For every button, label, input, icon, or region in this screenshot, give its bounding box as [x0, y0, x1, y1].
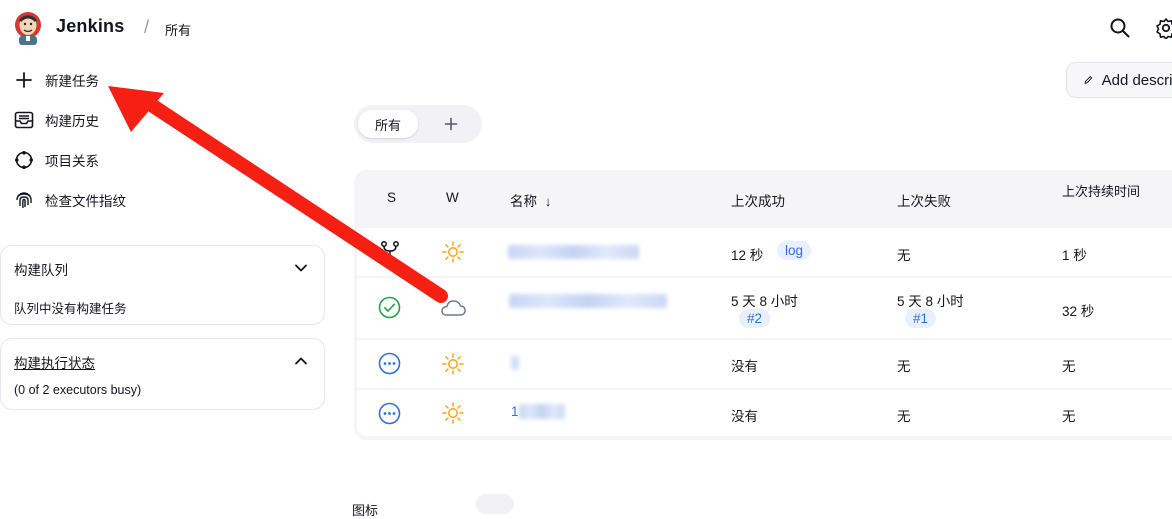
- build-badge: log: [777, 241, 812, 260]
- task-label: 项目关系: [45, 154, 99, 169]
- failure-build-link[interactable]: #1: [905, 309, 937, 328]
- branch-icon: [379, 240, 401, 265]
- table-row: [357, 390, 1172, 436]
- breadcrumb-separator: /: [144, 17, 150, 37]
- last-failure: 无: [897, 409, 911, 424]
- chevron-up-icon[interactable]: [294, 354, 308, 371]
- chevron-down-icon[interactable]: [294, 261, 308, 278]
- header-name[interactable]: 名称 ↓: [510, 190, 552, 210]
- last-duration: 无: [1062, 409, 1076, 424]
- sun-icon: [441, 352, 465, 379]
- icon-size-toggle[interactable]: [476, 494, 514, 514]
- redacted-name: [519, 404, 565, 419]
- app-title[interactable]: Jenkins: [56, 16, 124, 37]
- search-icon[interactable]: [1109, 17, 1131, 42]
- fingerprint-icon: [12, 188, 36, 212]
- fingerprint-task[interactable]: 检查文件指纹: [12, 188, 126, 212]
- task-label: 检查文件指纹: [45, 194, 126, 209]
- plus-icon: [12, 68, 36, 92]
- last-success: 12 秒: [731, 248, 764, 263]
- job-name-link[interactable]: [508, 245, 639, 259]
- executors-pane: [0, 338, 325, 410]
- project-relationship-task[interactable]: 项目关系: [12, 148, 99, 172]
- build-badge: #1: [905, 309, 937, 328]
- breadcrumb-current[interactable]: 所有: [165, 20, 191, 39]
- header-last-duration[interactable]: 上次持续时间: [1062, 185, 1142, 199]
- last-failure: 无: [897, 248, 911, 263]
- header-last-failure[interactable]: 上次失败: [897, 190, 951, 210]
- success-build-link[interactable]: #2: [739, 309, 771, 328]
- not-built-icon: [378, 402, 401, 428]
- new-item-task[interactable]: 新建任务: [12, 68, 99, 92]
- table-row: [357, 228, 1172, 276]
- build-queue-title[interactable]: 构建队列: [14, 259, 68, 279]
- plus-icon: [444, 117, 458, 131]
- sort-arrow-icon: ↓: [544, 194, 552, 209]
- relationship-icon: [12, 148, 36, 172]
- gear-icon[interactable]: [1155, 17, 1172, 42]
- last-duration: 无: [1062, 359, 1076, 374]
- header-status[interactable]: S: [387, 190, 396, 205]
- header-name-label: 名称: [510, 194, 537, 209]
- last-duration: 32 秒: [1062, 304, 1095, 319]
- tab-all[interactable]: 所有: [358, 110, 418, 138]
- jenkins-logo[interactable]: [13, 10, 43, 46]
- job-name-link[interactable]: [509, 294, 667, 308]
- last-success: 没有: [731, 409, 758, 424]
- success-icon: [378, 296, 401, 322]
- last-failure: 5 天 8 小时: [897, 294, 964, 309]
- executors-title[interactable]: 构建执行状态: [14, 352, 95, 372]
- last-duration: 1 秒: [1062, 248, 1087, 263]
- task-label: 新建任务: [45, 74, 99, 89]
- header-weather[interactable]: W: [446, 190, 459, 205]
- executors-status: (0 of 2 executors busy): [14, 383, 142, 397]
- add-description-label: Add description: [1101, 71, 1172, 89]
- new-view-button[interactable]: [440, 113, 462, 135]
- job-name-link[interactable]: [511, 356, 519, 370]
- sun-icon: [441, 240, 465, 267]
- inbox-icon: [12, 108, 36, 132]
- table-row: [357, 340, 1172, 388]
- last-success: 没有: [731, 359, 758, 374]
- build-log-link[interactable]: log: [777, 241, 812, 260]
- header-last-success[interactable]: 上次成功: [731, 190, 785, 210]
- sun-icon: [441, 401, 465, 428]
- add-description-button[interactable]: Add description: [1066, 62, 1172, 98]
- build-badge: #2: [739, 309, 771, 328]
- last-failure: 无: [897, 359, 911, 374]
- last-success: 5 天 8 小时: [731, 294, 798, 309]
- not-built-icon: [378, 352, 401, 378]
- build-history-task[interactable]: 构建历史: [12, 108, 99, 132]
- task-label: 构建历史: [45, 114, 99, 129]
- job-name-link[interactable]: 1: [511, 404, 519, 419]
- legend-label: 图标: [352, 503, 379, 518]
- build-queue-empty: 队列中没有构建任务: [14, 302, 127, 316]
- pencil-icon: [1084, 76, 1093, 84]
- cloud-icon: [439, 298, 467, 321]
